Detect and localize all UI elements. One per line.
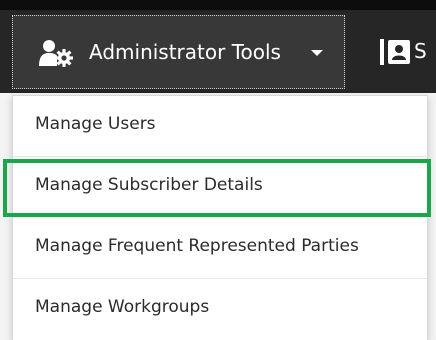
users-gear-icon xyxy=(39,40,73,67)
administrator-tools-dropdown: Manage Users Manage Subscriber Details M… xyxy=(12,95,428,340)
navbar-top-strip xyxy=(0,0,436,10)
screenshot-stage: Administrator Tools S Manage Users Manag… xyxy=(0,0,436,340)
nav-item-next[interactable]: S xyxy=(351,15,436,89)
nav-item-label: Administrator Tools xyxy=(89,40,281,64)
menu-item-manage-users[interactable]: Manage Users xyxy=(13,96,427,154)
nav-item-administrator-tools[interactable]: Administrator Tools xyxy=(12,15,345,89)
top-navbar: Administrator Tools S xyxy=(0,0,436,93)
menu-item-label: Manage Workgroups xyxy=(35,297,210,317)
menu-item-manage-workgroups[interactable]: Manage Workgroups xyxy=(13,279,427,337)
contact-card-icon xyxy=(388,40,410,64)
menu-item-label: Manage Frequent Represented Parties xyxy=(35,236,359,256)
menu-item-manage-frequent-represented-parties[interactable]: Manage Frequent Represented Parties xyxy=(13,218,427,276)
caret-down-icon xyxy=(311,50,323,56)
contact-card-bar xyxy=(380,39,384,65)
highlight-annotation-box xyxy=(3,159,431,217)
menu-item-label: Manage Users xyxy=(35,114,156,134)
nav-item-label: S xyxy=(414,39,427,63)
